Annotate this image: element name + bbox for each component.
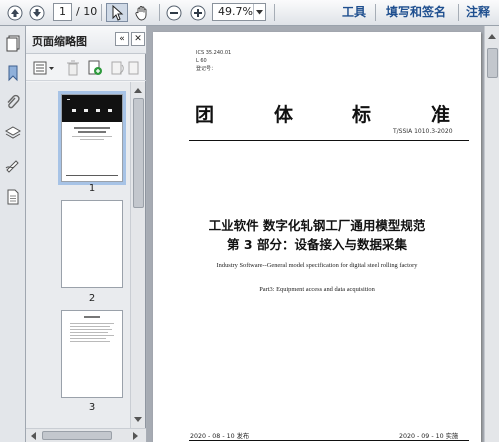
rotate-page-button[interactable] [108, 59, 126, 77]
content-button[interactable] [4, 188, 22, 206]
effective-date: 2020 - 09 - 10 实施 [399, 433, 459, 440]
page-thumbnails-button[interactable] [4, 34, 22, 52]
scroll-up-arrow[interactable] [487, 32, 497, 42]
scroll-down-arrow[interactable] [133, 414, 143, 424]
footer-rule [189, 440, 469, 441]
comment-menu-button[interactable]: 注释 [466, 4, 490, 20]
navigation-strip [0, 26, 26, 442]
zoom-in-button[interactable] [189, 3, 207, 22]
layers-icon [4, 126, 22, 139]
arrow-down-icon [29, 5, 45, 20]
collapse-panel-button[interactable]: « [115, 32, 129, 46]
thumbnail-panel-header: 页面缩略图 « ✕ [26, 26, 146, 54]
cursor-icon [112, 4, 124, 21]
scroll-left-arrow[interactable] [29, 431, 39, 441]
page-thumbnail-1[interactable] [58, 91, 126, 185]
pages-icon [6, 35, 20, 52]
page-thumbnail-2[interactable] [61, 200, 123, 288]
title-char: 团 [195, 104, 215, 126]
previous-page-button[interactable] [6, 3, 24, 22]
scroll-thumb[interactable] [133, 98, 144, 208]
close-icon: ✕ [134, 34, 142, 44]
scroll-up-arrow[interactable] [133, 86, 143, 96]
scroll-thumb[interactable] [42, 431, 112, 440]
page-preview-icon [70, 316, 114, 342]
triangle-up-icon [134, 88, 142, 93]
document-vertical-scrollbar[interactable] [484, 26, 499, 442]
thumbnail-horizontal-scrollbar[interactable] [26, 428, 146, 442]
triangle-right-icon [133, 432, 138, 440]
thumbnail-list[interactable]: 1 2 3 [26, 82, 130, 428]
layers-button[interactable] [4, 124, 22, 142]
ics-code: ICS 35.240.01 [196, 50, 232, 56]
english-title: Industry Software--General model specifi… [216, 262, 418, 269]
triangle-left-icon [31, 432, 36, 440]
toolbar-divider [274, 4, 275, 21]
delete-page-button[interactable] [64, 59, 82, 77]
tools-menu-button[interactable]: 工具 [342, 4, 366, 20]
hand-tool-button[interactable] [132, 3, 152, 22]
print-page-button[interactable] [126, 59, 144, 77]
next-page-button[interactable] [28, 3, 46, 22]
document-view[interactable]: ICS 35.240.01 L 60 登记号： 团 体 标 准 T/SSIA 1… [147, 26, 484, 442]
rotate-icon [111, 61, 124, 75]
bookmark-icon [8, 65, 18, 82]
list-options-icon [33, 61, 54, 75]
classification-code: L 60 [196, 58, 207, 64]
bookmarks-button[interactable] [4, 64, 22, 82]
page-total: / 10 [76, 5, 98, 18]
header-rule [189, 140, 469, 141]
zoom-out-button[interactable] [165, 3, 183, 22]
select-tool-button[interactable] [106, 3, 128, 22]
attachments-button[interactable] [4, 94, 22, 112]
page-number-label: 2 [88, 293, 96, 304]
trash-icon [67, 60, 79, 76]
chinese-title-line-1: 工业软件 数字化轧钢工厂通用模型规范 [208, 218, 426, 233]
page-number-input[interactable]: 1 [53, 3, 72, 21]
page-number-label: 3 [88, 402, 96, 413]
thumbnail-toolbar [26, 55, 146, 81]
hand-icon [135, 5, 147, 20]
english-part-title: Part3: Equipment access and data acquisi… [259, 286, 375, 293]
toolbar-divider [375, 4, 376, 21]
double-chevron-left-icon: « [119, 34, 125, 44]
thumbnail-vertical-scrollbar[interactable] [130, 82, 145, 428]
title-char: 标 [352, 104, 372, 126]
insert-page-icon [88, 60, 102, 75]
page-preview-icon [62, 95, 122, 176]
thumbnail-panel-title: 页面缩略图 [32, 35, 87, 48]
chevron-down-icon [256, 9, 263, 14]
insert-page-button[interactable] [86, 59, 104, 77]
signature-icon [5, 160, 19, 173]
title-char: 准 [431, 104, 451, 126]
paperclip-icon [7, 94, 20, 109]
title-char: 体 [274, 104, 294, 126]
document-icon [7, 189, 19, 205]
publish-date: 2020 - 08 - 10 发布 [190, 433, 250, 440]
close-panel-button[interactable]: ✕ [131, 32, 145, 46]
scroll-thumb[interactable] [487, 48, 498, 78]
document-page: ICS 35.240.01 L 60 登记号： 团 体 标 准 T/SSIA 1… [153, 32, 481, 442]
registration-number: 登记号： [196, 66, 217, 72]
toolbar-divider [101, 4, 102, 21]
zoom-dropdown-button[interactable] [253, 4, 265, 20]
triangle-up-icon [488, 34, 496, 39]
print-icon [128, 61, 139, 75]
options-dropdown-button[interactable] [32, 59, 56, 77]
scroll-right-arrow[interactable] [130, 431, 140, 441]
page-number-label: 1 [88, 183, 96, 194]
standard-number: T/SSIA 1010.3-2020 [393, 128, 453, 135]
chinese-title-line-2: 第 3 部分：设备接入与数据采集 [227, 237, 407, 252]
main-toolbar: 1 / 10 49.7% 工具 填写和签名 注释 [0, 0, 499, 26]
signatures-button[interactable] [4, 156, 22, 174]
toolbar-divider [159, 4, 160, 21]
thumbnail-panel: 页面缩略图 « ✕ 1 2 3 [26, 26, 146, 442]
triangle-down-icon [134, 417, 142, 422]
page-thumbnail-3[interactable] [61, 310, 123, 398]
plus-icon [190, 5, 206, 20]
fill-sign-menu-button[interactable]: 填写和签名 [386, 4, 446, 20]
minus-icon [166, 5, 182, 20]
arrow-up-icon [7, 5, 23, 20]
toolbar-divider [458, 4, 459, 21]
